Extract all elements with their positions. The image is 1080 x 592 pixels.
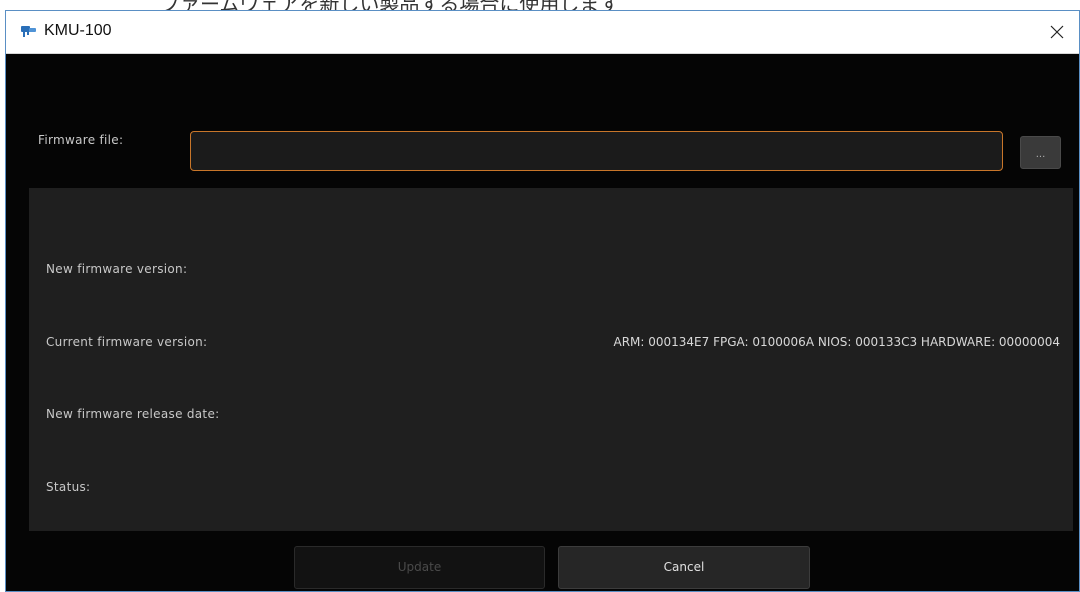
current-firmware-version-label: Current firmware version:	[46, 335, 208, 349]
dialog-body: Firmware file: ... New firmware version:…	[6, 54, 1079, 591]
partial-page-header: ファームウェアを新しい製品する場合に使用します	[0, 0, 1080, 10]
release-date-label: New firmware release date:	[46, 407, 220, 421]
current-firmware-version-value: ARM: 000134E7 FPGA: 0100006A NIOS: 00013…	[613, 335, 1060, 349]
close-button[interactable]	[1035, 11, 1079, 53]
firmware-info-panel: New firmware version: Current firmware v…	[29, 188, 1073, 531]
close-icon	[1050, 25, 1064, 39]
page: ファームウェアを新しい製品する場合に使用します KMU-100 Firmware…	[0, 0, 1080, 592]
firmware-file-label: Firmware file:	[38, 133, 124, 147]
new-firmware-version-label: New firmware version:	[46, 262, 188, 276]
firmware-file-input[interactable]	[190, 131, 1003, 171]
window-title: KMU-100	[44, 22, 112, 39]
browse-button[interactable]: ...	[1020, 136, 1061, 169]
firmware-update-dialog: KMU-100 Firmware file: ... New firmware …	[5, 10, 1080, 592]
partial-header-text: ファームウェアを新しい製品する場合に使用します	[160, 0, 619, 10]
status-label: Status:	[46, 480, 91, 494]
update-button[interactable]: Update	[294, 546, 545, 589]
app-device-icon	[21, 26, 36, 37]
cancel-button[interactable]: Cancel	[558, 546, 810, 589]
title-bar[interactable]: KMU-100	[6, 11, 1079, 54]
